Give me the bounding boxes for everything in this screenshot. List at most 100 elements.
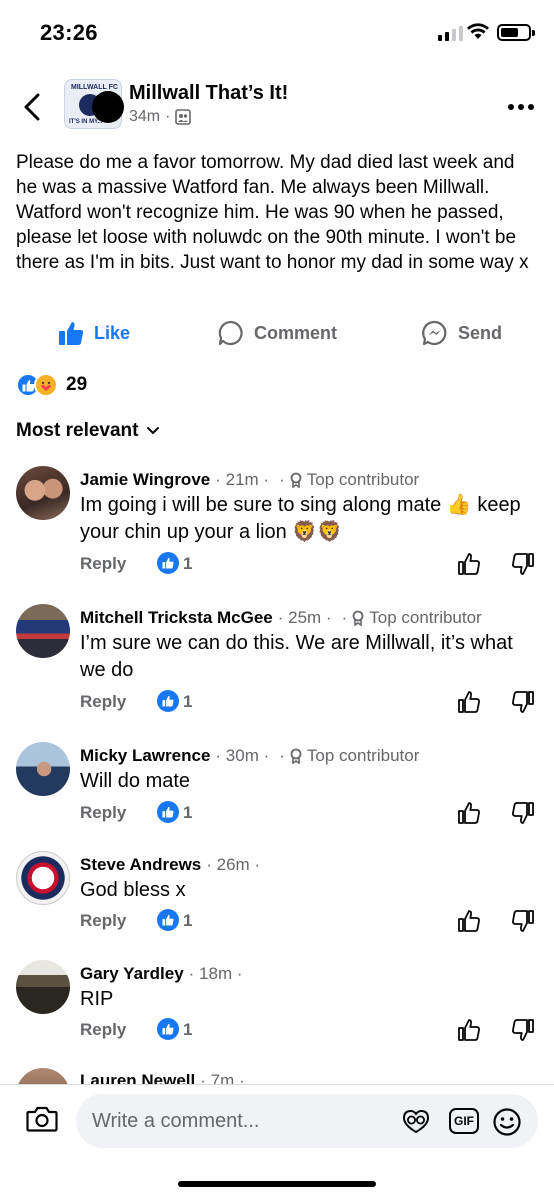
upvote-icon[interactable] [457,909,481,933]
wifi-icon [467,23,489,39]
sort-label: Most relevant [16,420,139,441]
post-age: 34m [129,108,161,125]
send-button[interactable]: Send [422,320,502,346]
care-reaction-icon [34,373,58,397]
badge-icon [290,472,302,488]
comment-item: Mitchell Tricksta McGee · 25m · · Top co… [0,604,554,724]
comment-header: Steve Andrews · 26m · [80,855,260,875]
like-reaction-icon [157,690,179,712]
comment-footer: Reply 1 [80,801,540,829]
comment-text: RIP [80,988,114,1010]
comment-text: Im going i will be sure to sing along ma… [80,494,521,543]
back-chevron-icon[interactable] [20,92,44,122]
upvote-icon[interactable] [457,552,481,576]
commenter-name[interactable]: Steve Andrews [80,855,201,875]
top-contributor-badge: · Top contributor [342,608,482,628]
commenter-name[interactable]: Mitchell Tricksta McGee [80,608,273,628]
group-audience-icon [175,109,192,125]
comment-like-count[interactable]: 1 [183,911,192,931]
reactions-summary[interactable]: 29 [16,373,87,397]
comment-footer: Reply 1 [80,552,540,580]
gif-button[interactable]: GIF [449,1108,479,1134]
commenter-avatar[interactable] [16,742,70,796]
comment-like-count[interactable]: 1 [183,1020,192,1040]
downvote-icon[interactable] [511,1018,535,1042]
comment-text: Will do mate [80,770,191,792]
battery-icon [497,24,535,41]
reply-button[interactable]: Reply [80,554,126,574]
comment-like-count[interactable]: 1 [183,692,192,712]
comment-button[interactable]: Comment [218,320,554,346]
emoji-icon[interactable] [492,1107,522,1137]
comment-time: · 18m · [188,964,243,983]
comment-header: Mitchell Tricksta McGee · 25m · · Top co… [80,608,482,628]
post-action-bar: Like Comment Send [0,314,554,354]
commenter-name[interactable]: Lauren Newell [80,1071,195,1084]
like-reaction-icon [157,801,179,823]
comment-input-placeholder: Write a comment... [92,1110,260,1132]
profile-overlay [92,91,124,123]
comment-like-count[interactable]: 1 [183,803,192,823]
commenter-avatar[interactable] [16,466,70,520]
comment-header: Micky Lawrence · 30m · · Top contributor [80,746,419,766]
camera-icon[interactable] [26,1105,58,1133]
page-avatar-label: MILLWALL FC [71,84,118,91]
downvote-icon[interactable] [511,690,535,714]
like-reaction-icon [157,909,179,931]
like-reaction-icon [157,1018,179,1040]
badge-label: Top contributor [306,470,420,489]
reply-button[interactable]: Reply [80,1020,126,1040]
badge-dot: · [279,470,285,489]
post-header: MILLWALL FC IT'S IN MY... Millwall That’… [0,70,554,140]
commenter-avatar[interactable] [16,851,70,905]
reply-button[interactable]: Reply [80,803,126,823]
comment-like-count[interactable]: 1 [183,554,192,574]
comment-time: · 21m · [215,470,270,489]
chevron-down-icon [147,427,160,435]
comment-time: · 25m · [277,608,332,627]
top-contributor-badge: · Top contributor [279,470,419,490]
upvote-icon[interactable] [457,690,481,714]
more-options-icon[interactable] [508,104,534,110]
comment-sort-dropdown[interactable]: Most relevant [16,420,160,442]
status-time: 23:26 [40,20,98,45]
comment-footer: Reply 1 [80,690,540,718]
comment-header: Jamie Wingrove · 21m · · Top contributor [80,470,419,490]
downvote-icon[interactable] [511,801,535,825]
post-meta: 34m · [129,108,192,126]
upvote-icon[interactable] [457,1018,481,1042]
commenter-avatar[interactable] [16,604,70,658]
gif-label: GIF [454,1114,474,1128]
badge-label: Top contributor [306,746,420,765]
comment-header: Lauren Newell · 7m · [80,1071,245,1084]
page-name[interactable]: Millwall That’s It! [129,82,288,105]
commenter-name[interactable]: Micky Lawrence [80,746,210,766]
commenter-name[interactable]: Gary Yardley [80,964,184,984]
badge-icon [352,610,364,626]
home-indicator [178,1181,376,1187]
reply-button[interactable]: Reply [80,692,126,712]
reply-button[interactable]: Reply [80,911,126,931]
comment-time: · 7m · [200,1071,245,1084]
comment-item: Gary Yardley · 18m · RIP Reply 1 [0,960,554,1050]
like-button[interactable]: Like [58,320,130,346]
comment-item: Jamie Wingrove · 21m · · Top contributor… [0,466,554,586]
badge-label: Top contributor [369,608,482,627]
meta-dot: · [165,108,171,125]
page-avatar-label-2: IT'S IN MY... [69,119,103,125]
comment-input[interactable]: Write a comment... GIF [76,1094,538,1148]
commenter-avatar[interactable] [16,960,70,1014]
post-text: Please do me a favor tomorrow. My dad di… [16,152,529,273]
downvote-icon[interactable] [511,909,535,933]
comment-footer: Reply 1 [80,1018,540,1046]
commenter-avatar[interactable] [16,1068,70,1084]
reaction-count: 29 [66,374,88,395]
top-contributor-badge: · Top contributor [279,746,419,766]
avatar-sticker-icon[interactable] [400,1107,432,1135]
thumbs-up-icon [59,322,84,345]
messenger-icon [422,320,447,346]
comment-text: God bless x [80,879,186,901]
upvote-icon[interactable] [457,801,481,825]
commenter-name[interactable]: Jamie Wingrove [80,470,210,490]
downvote-icon[interactable] [511,552,535,576]
